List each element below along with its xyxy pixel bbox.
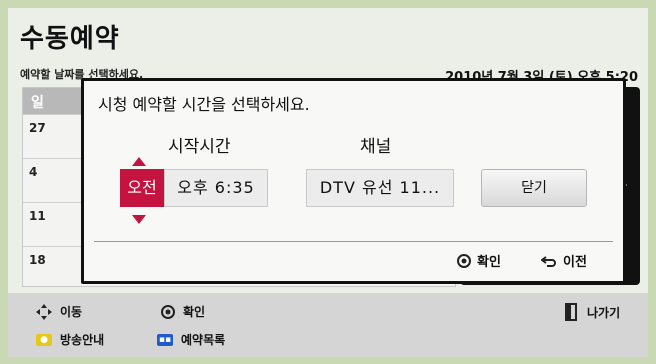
- calendar-date[interactable]: 27: [29, 121, 46, 135]
- footer-guide-label[interactable]: 방송안내: [60, 331, 104, 348]
- footer-exit-label[interactable]: 나가기: [587, 304, 620, 321]
- page-title: 수동예약: [20, 24, 120, 54]
- footer-list[interactable]: ▪▪ 예약목록: [157, 331, 225, 348]
- calendar-date[interactable]: 11: [29, 209, 46, 223]
- back-arrow-icon: [541, 255, 556, 267]
- ok-circle-icon: [457, 253, 471, 268]
- close-button[interactable]: 닫기: [481, 169, 587, 207]
- confirm-label: 확인: [477, 255, 501, 270]
- footer-move: 이동: [36, 303, 82, 320]
- start-time-label: 시작시간: [168, 137, 231, 157]
- dialog-confirm-hint: 확인: [457, 251, 501, 270]
- channel-label: 채널: [360, 137, 392, 157]
- channel-field[interactable]: DTV 유선 11...: [306, 169, 454, 207]
- footer-ok: 확인: [161, 303, 205, 320]
- tv-screen: 수동예약 예약할 날짜를 선택하세요. 2010년 7월 3일 (토) 오후 5…: [8, 8, 648, 357]
- time-field[interactable]: 오후 6:35: [164, 169, 268, 207]
- footer-move-label: 이동: [60, 305, 83, 319]
- dialog-title: 시청 예약할 시간을 선택하세요.: [98, 95, 310, 114]
- footer-list-label[interactable]: 예약목록: [181, 331, 225, 348]
- arrow-up-icon[interactable]: [132, 157, 146, 166]
- ampm-selector[interactable]: 오전: [120, 169, 164, 207]
- footer-guide[interactable]: ● 방송안내: [36, 331, 104, 348]
- calendar-date[interactable]: 18: [29, 253, 46, 267]
- footer-bar: 이동 확인 나가기 ● 방송안내 ▪▪ 예약목록: [8, 293, 648, 357]
- ok-circle-icon: [161, 304, 175, 319]
- blue-key-icon: ▪▪: [157, 333, 173, 346]
- move-arrows-icon: [36, 303, 52, 320]
- exit-door-icon: [565, 303, 577, 321]
- back-label[interactable]: 이전: [563, 251, 587, 270]
- footer-ok-label: 확인: [183, 305, 206, 319]
- reservation-time-dialog: 시청 예약할 시간을 선택하세요. 시작시간 채널 오전 오후 6:35 DTV…: [81, 78, 626, 284]
- footer-exit[interactable]: 나가기: [565, 303, 620, 321]
- yellow-key-icon: ●: [36, 333, 52, 346]
- dialog-back-hint[interactable]: 이전: [541, 251, 587, 270]
- calendar-date[interactable]: 4: [29, 165, 37, 179]
- calendar-day-sunday: 일: [31, 95, 44, 111]
- dialog-divider: [94, 241, 613, 242]
- arrow-down-icon[interactable]: [132, 215, 146, 224]
